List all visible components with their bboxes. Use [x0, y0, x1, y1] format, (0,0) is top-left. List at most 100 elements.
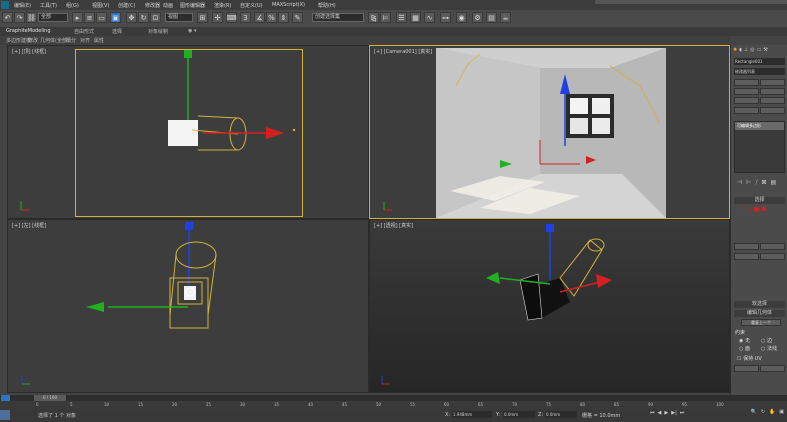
border-icon[interactable]: ◇ — [747, 206, 752, 214]
section-soft-selection[interactable]: 软选择 — [734, 301, 785, 308]
percent-snap-icon[interactable]: % — [266, 12, 277, 23]
coord-z-field[interactable]: 0.0mm — [545, 411, 577, 418]
motion-tab-icon[interactable]: ◎ — [750, 47, 754, 56]
menu-help[interactable]: 帮助(H) — [318, 2, 336, 9]
modifier-button[interactable] — [734, 88, 759, 95]
object-name-field[interactable]: Rectangle001 — [734, 58, 785, 65]
undo-icon[interactable]: ↶ — [2, 12, 13, 23]
modifier-button[interactable] — [760, 79, 785, 86]
goto-end-icon[interactable]: ⏭ — [680, 410, 685, 420]
modifier-button[interactable] — [734, 79, 759, 86]
section-edit-geometry[interactable]: 编辑几何体 — [734, 310, 785, 317]
ribbon-tab-graphite[interactable]: GraphiteModeling — [6, 28, 51, 34]
grow-button[interactable] — [760, 243, 785, 250]
element-icon[interactable]: ⬢ — [761, 206, 766, 214]
pin-stack-icon[interactable]: ⊣ — [737, 179, 746, 186]
menu-maxscript[interactable]: MAXScript(X) — [272, 2, 305, 8]
subtab-modify[interactable]: 修改 — [28, 37, 38, 44]
app-logo-icon[interactable] — [1, 1, 9, 9]
menu-animation[interactable]: 动画 — [163, 2, 173, 9]
ribbon-options-icon[interactable]: ◉ ▾ — [188, 28, 196, 34]
mirror-icon[interactable]: ⧎ — [368, 12, 379, 23]
pivot-icon[interactable]: ⊞ — [197, 12, 208, 23]
render-icon[interactable]: ☕ — [500, 12, 511, 23]
coord-y-field[interactable]: 0.0mm — [503, 411, 535, 418]
modifier-button[interactable] — [760, 88, 785, 95]
create-button[interactable] — [734, 365, 759, 372]
modify-tab-icon[interactable]: ◖ — [739, 47, 742, 56]
spinner-snap-icon[interactable]: ⇕ — [278, 12, 289, 23]
menu-group[interactable]: 组(G) — [66, 2, 79, 9]
ribbon-tab-freeform[interactable]: 自由形式 — [74, 28, 94, 35]
menu-modifiers[interactable]: 修改器 — [145, 2, 160, 9]
maxscript-listener-icon[interactable] — [0, 410, 10, 420]
move-icon[interactable]: ✥ — [126, 12, 137, 23]
coord-system-dropdown[interactable]: 视图 — [165, 13, 193, 22]
graphite-toggle-icon[interactable]: ▦ — [410, 12, 421, 23]
viewport-perspective[interactable]: [+] [透视] [真实] — [369, 219, 730, 393]
ribbon-tab-object-paint[interactable]: 对象绘制 — [148, 28, 168, 35]
remove-modifier-icon[interactable]: ⊠ — [762, 179, 771, 186]
material-editor-icon[interactable]: ◉ — [456, 12, 467, 23]
schematic-view-icon[interactable]: ⊶ — [440, 12, 451, 23]
constraint-face-radio[interactable]: ○ 面 — [739, 345, 750, 352]
create-tab-icon[interactable]: ✹ — [733, 47, 737, 56]
pan-icon[interactable]: ✋ — [769, 409, 775, 421]
curve-editor-icon[interactable]: ∿ — [424, 12, 435, 23]
modifier-button[interactable] — [734, 107, 759, 114]
redo-icon[interactable]: ↷ — [14, 12, 25, 23]
snap-3d-icon[interactable]: 3 — [240, 12, 251, 23]
constraint-none-radio[interactable]: ◉ 无 — [739, 337, 750, 344]
play-icon[interactable]: ▶ — [664, 410, 668, 420]
edit-named-selection-icon[interactable]: ✎ — [292, 12, 303, 23]
rect-selection-icon[interactable]: ▭ — [96, 12, 107, 23]
subtab-geometry[interactable]: 几何体(全部) — [40, 37, 69, 44]
key-mode-icon[interactable]: ⏮ — [650, 410, 655, 420]
keyboard-shortcut-icon[interactable]: ⌨ — [226, 12, 237, 23]
menu-rendering[interactable]: 渲染(R) — [214, 2, 231, 9]
coord-x-field[interactable]: 1.948mm — [452, 411, 492, 418]
loop-button[interactable] — [760, 253, 785, 260]
shrink-button[interactable] — [734, 243, 759, 250]
track-bar[interactable]: 0 5 10 15 20 25 30 35 40 45 50 55 60 65 70 75 80 85 90 95 10… — [0, 401, 787, 409]
polygon-icon[interactable]: ■ — [754, 206, 760, 214]
menu-customize[interactable]: 自定义(U) — [240, 2, 263, 9]
modifier-button[interactable] — [760, 97, 785, 104]
subtab-align[interactable]: 对齐 — [80, 37, 90, 44]
ring-button[interactable] — [734, 253, 759, 260]
select-by-name-icon[interactable]: ≡ — [84, 12, 95, 23]
maximize-viewport-icon[interactable]: ▣ — [779, 409, 784, 421]
rotate-icon[interactable]: ↻ — [138, 12, 149, 23]
select-manipulate-icon[interactable]: ✢ — [212, 12, 223, 23]
hierarchy-tab-icon[interactable]: ⊥ — [744, 47, 748, 56]
window-crossing-icon[interactable]: ▣ — [110, 12, 121, 23]
preserve-uv-checkbox[interactable]: ☐ 保持 UV — [737, 355, 762, 362]
vertex-icon[interactable]: ∴ — [737, 206, 741, 214]
display-tab-icon[interactable]: ▭ — [757, 47, 762, 56]
viewport-top[interactable]: [+] [顶] [线框] — [7, 45, 369, 219]
subtab-properties[interactable]: 属性 — [94, 37, 104, 44]
constraint-edge-radio[interactable]: ○ 边 — [761, 337, 772, 344]
menu-create[interactable]: 创建(C) — [118, 2, 135, 9]
viewport-camera[interactable]: [+] [Camera001] [真实] — [369, 45, 730, 219]
named-selection-dropdown[interactable]: 创建选择集 — [312, 13, 364, 22]
collapse-button[interactable] — [760, 365, 785, 372]
rendered-frame-icon[interactable]: ▤ — [486, 12, 497, 23]
subtab-subdivision[interactable]: 细分 — [66, 37, 76, 44]
zoom-icon[interactable]: 🔍 — [751, 409, 757, 421]
align-icon[interactable]: ⊨ — [380, 12, 391, 23]
link-icon[interactable]: ⛓ — [26, 12, 37, 23]
ribbon-tab-selection[interactable]: 选择 — [112, 28, 122, 35]
repeat-last-button[interactable]: 重复上一个 — [741, 319, 781, 326]
select-object-icon[interactable]: ▸ — [72, 12, 83, 23]
menu-views[interactable]: 视图(V) — [92, 2, 109, 9]
modifier-button[interactable] — [760, 107, 785, 114]
next-frame-icon[interactable]: ▶| — [671, 410, 677, 420]
angle-snap-icon[interactable]: ∡ — [254, 12, 265, 23]
prev-frame-icon[interactable]: ◀ — [658, 410, 662, 420]
menu-graph-editors[interactable]: 图形编辑器 — [180, 2, 205, 9]
modifier-list-dropdown[interactable]: 修改器列表 — [734, 68, 785, 75]
utilities-tab-icon[interactable]: ⚒ — [763, 47, 767, 56]
menu-edit[interactable]: 编辑(E) — [14, 2, 31, 9]
layer-manager-icon[interactable]: ☰ — [396, 12, 407, 23]
